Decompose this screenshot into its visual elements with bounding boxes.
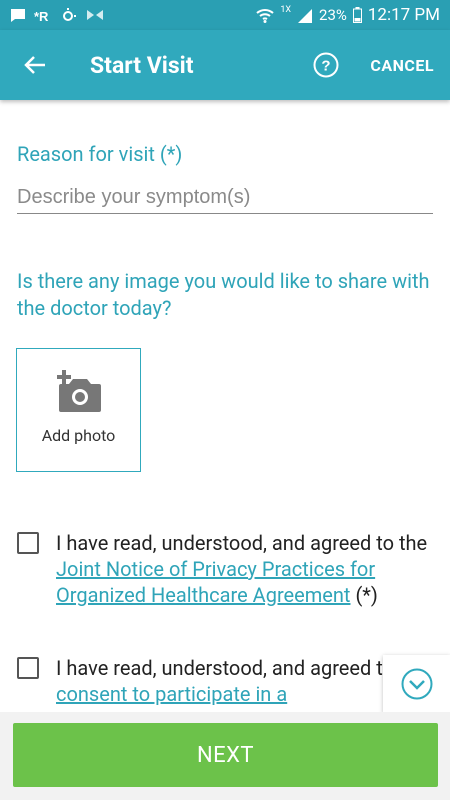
- weather-icon: [60, 7, 78, 23]
- back-arrow-icon: [24, 56, 45, 74]
- back-button[interactable]: [0, 30, 70, 100]
- wifi-icon: [256, 8, 274, 23]
- consent-text: I have read, understood, and agreed to t…: [56, 530, 442, 608]
- app-bar: Start Visit ? CANCEL: [0, 30, 450, 100]
- svg-text:?: ?: [322, 58, 331, 75]
- consent-item-participate: I have read, understood, and agreed to t…: [17, 655, 442, 707]
- bowtie-icon: [86, 9, 104, 21]
- chevron-down-icon: [401, 668, 432, 700]
- help-icon: ?: [313, 52, 339, 78]
- next-button[interactable]: NEXT: [13, 723, 438, 787]
- battery-percent: 23%: [319, 6, 347, 24]
- svg-text:*R: *R: [34, 9, 49, 23]
- image-question: Is there any image you would like to sha…: [17, 269, 430, 320]
- status-bar: *R 1X 23% 12:17 PM: [0, 0, 450, 30]
- add-photo-button[interactable]: Add photo: [16, 348, 141, 472]
- consent-participate-link[interactable]: consent to participate in a: [56, 682, 287, 706]
- privacy-checkbox[interactable]: [17, 532, 39, 554]
- consent-item-privacy: I have read, understood, and agreed to t…: [17, 530, 442, 608]
- app-notification-icon: *R: [34, 8, 52, 23]
- consent-prefix: I have read, understood, and agreed to t…: [56, 531, 428, 555]
- page-title: Start Visit: [90, 51, 194, 79]
- participate-checkbox[interactable]: [17, 657, 39, 679]
- consent-required-mark: (*): [350, 583, 378, 607]
- message-icon: [10, 8, 26, 23]
- help-button[interactable]: ?: [306, 45, 346, 85]
- add-photo-label: Add photo: [41, 425, 116, 445]
- add-photo-camera-icon: [56, 369, 101, 412]
- reason-label: Reason for visit (*): [17, 142, 183, 166]
- battery-icon: [352, 7, 362, 23]
- scroll-down-button[interactable]: [383, 655, 450, 713]
- start-visit-screen: *R 1X 23% 12:17 PM Start Visit ? CANCEL …: [0, 0, 450, 800]
- privacy-practices-link[interactable]: Joint Notice of Privacy Practices for Or…: [56, 557, 375, 607]
- reason-input[interactable]: [17, 182, 433, 214]
- cancel-button[interactable]: CANCEL: [370, 56, 434, 75]
- clock: 12:17 PM: [367, 5, 440, 25]
- network-type: 1X: [280, 5, 292, 15]
- consent-prefix: I have read, understood, and agreed to t…: [56, 656, 428, 680]
- signal-icon: [297, 8, 313, 23]
